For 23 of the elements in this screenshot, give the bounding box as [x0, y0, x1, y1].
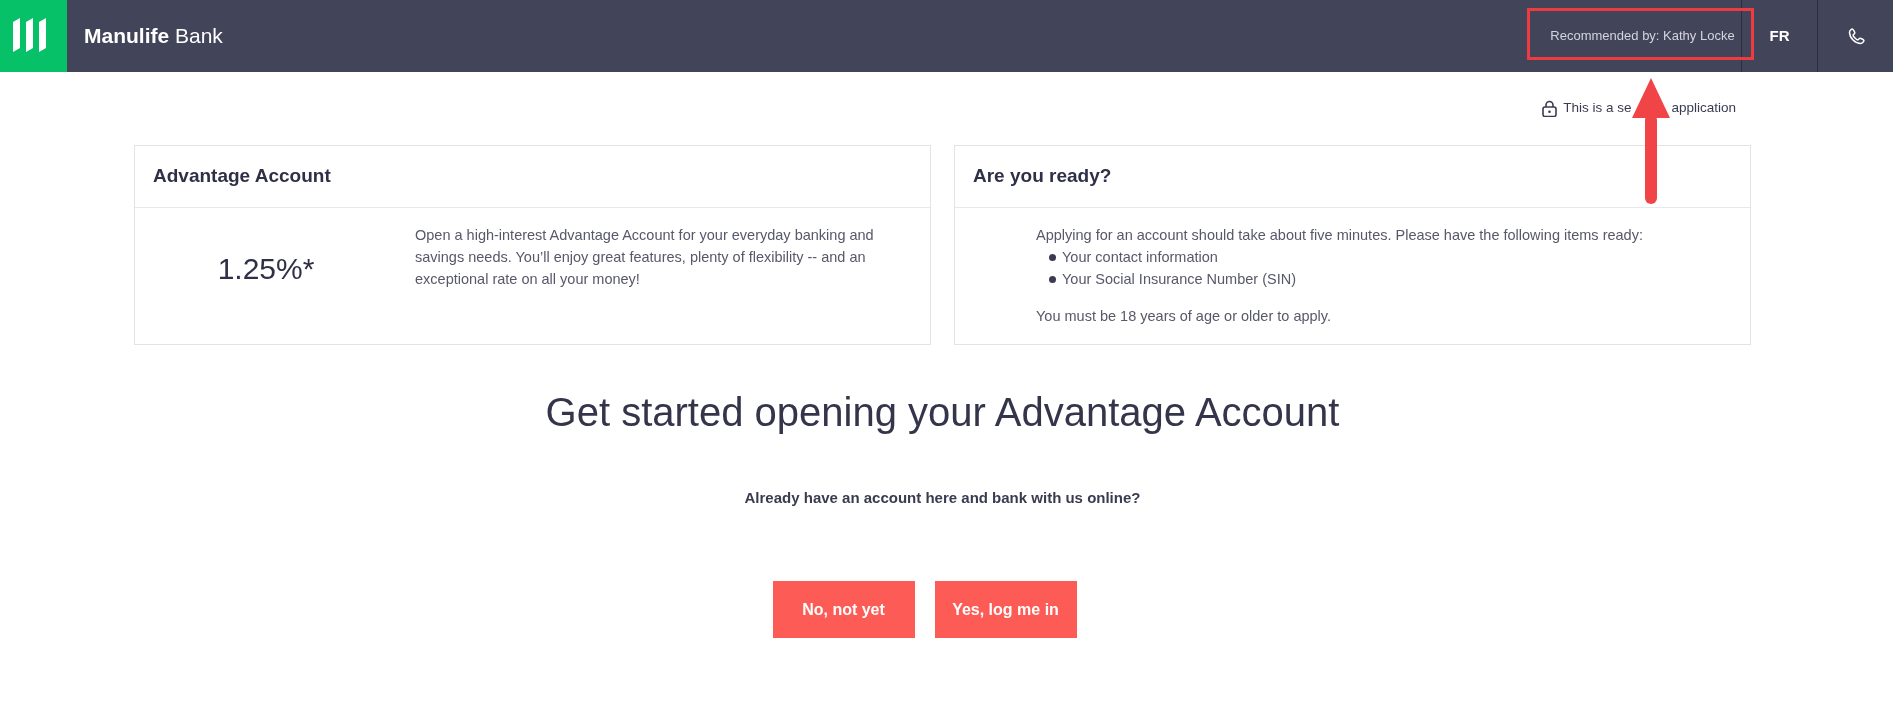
lock-icon	[1542, 99, 1558, 117]
secure-note-text: This is a se	[1563, 99, 1632, 117]
login-button[interactable]: Yes, log me in	[934, 581, 1077, 638]
secure-note-text: application	[1671, 99, 1736, 117]
no-button[interactable]: No, not yet	[772, 581, 915, 638]
checklist-intro: Applying for an account should take about five minutes. Please have the following items ready:	[1036, 226, 1644, 245]
login-question: Already have an account here and bank with us online?	[743, 488, 1142, 508]
account-description: Open a high-interest Advantage Account for your everyday banking and savings needs. You’ll enjoy great features, plenty of flexibility -- and an exceptional rate on all your money!	[415, 226, 875, 289]
brand-name: Manulife Bank	[84, 23, 223, 50]
logo-icon[interactable]	[0, 0, 67, 72]
age-requirement: You must be 18 years of age or older to apply.	[1036, 307, 1333, 326]
checklist-item: Your Social Insurance Number (SIN)	[1062, 270, 1296, 289]
checklist-item: Your contact information	[1062, 248, 1218, 267]
arrow-icon	[1631, 78, 1672, 204]
card-title: Advantage Account	[153, 165, 331, 188]
phone-icon	[1846, 27, 1865, 45]
recommended-by-text: Recommended by: Kathy Locke	[1550, 27, 1735, 46]
language-link[interactable]: FR	[1741, 0, 1817, 72]
page-heading: Get started opening your Advantage Account	[544, 389, 1341, 436]
bullet-icon	[1049, 275, 1056, 283]
card-title: Are you ready?	[973, 165, 1112, 188]
interest-rate: 1.25%*	[217, 252, 315, 285]
bullet-icon	[1049, 253, 1056, 261]
